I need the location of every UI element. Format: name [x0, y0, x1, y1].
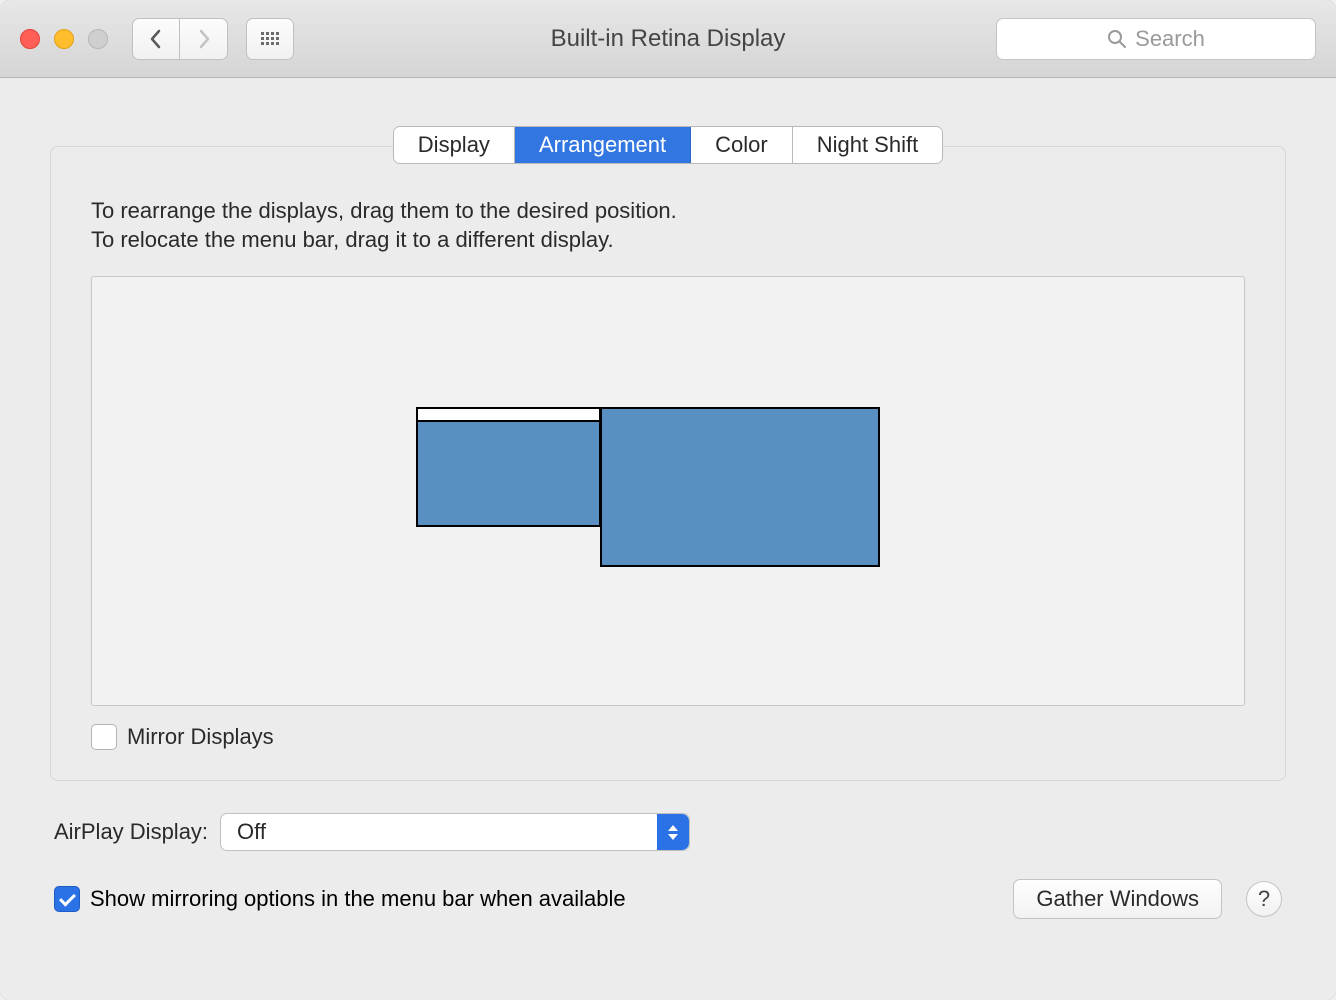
- menu-bar-handle[interactable]: [418, 409, 599, 422]
- grid-icon: [261, 32, 279, 45]
- instruction-line-1: To rearrange the displays, drag them to …: [91, 197, 1245, 226]
- mirror-displays-row: Mirror Displays: [91, 724, 1245, 750]
- content-area: Display Arrangement Color Night Shift To…: [0, 78, 1336, 1000]
- search-placeholder: Search: [1135, 26, 1205, 52]
- gather-windows-button[interactable]: Gather Windows: [1013, 879, 1222, 919]
- forward-button: [180, 18, 228, 60]
- display-primary[interactable]: [416, 407, 601, 527]
- chevron-left-icon: [149, 29, 163, 49]
- tab-display[interactable]: Display: [394, 127, 515, 163]
- minimize-button[interactable]: [54, 29, 74, 49]
- select-stepper-icon: [657, 814, 689, 850]
- airplay-label: AirPlay Display:: [54, 819, 208, 845]
- airplay-row: AirPlay Display: Off: [54, 813, 1282, 851]
- tabbar: Display Arrangement Color Night Shift: [50, 126, 1286, 164]
- instruction-line-2: To relocate the menu bar, drag it to a d…: [91, 226, 1245, 255]
- tab-group: Display Arrangement Color Night Shift: [393, 126, 943, 164]
- display-secondary[interactable]: [600, 407, 880, 567]
- search-input[interactable]: Search: [996, 18, 1316, 60]
- mirror-displays-checkbox[interactable]: [91, 724, 117, 750]
- airplay-select[interactable]: Off: [220, 813, 690, 851]
- search-icon: [1107, 29, 1127, 49]
- help-button[interactable]: ?: [1246, 881, 1282, 917]
- nav-buttons: [132, 18, 228, 60]
- tab-arrangement[interactable]: Arrangement: [515, 127, 691, 163]
- footer-row: Show mirroring options in the menu bar w…: [54, 879, 1282, 919]
- tab-night-shift[interactable]: Night Shift: [793, 127, 943, 163]
- mirror-displays-label: Mirror Displays: [127, 724, 274, 750]
- instructions: To rearrange the displays, drag them to …: [91, 197, 1245, 254]
- chevron-right-icon: [197, 29, 211, 49]
- traffic-lights: [20, 29, 108, 49]
- show-all-button[interactable]: [246, 18, 294, 60]
- preferences-window: Built-in Retina Display Search Display A…: [0, 0, 1336, 1000]
- back-button[interactable]: [132, 18, 180, 60]
- close-button[interactable]: [20, 29, 40, 49]
- titlebar: Built-in Retina Display Search: [0, 0, 1336, 78]
- show-mirroring-label: Show mirroring options in the menu bar w…: [90, 886, 626, 912]
- bottom-area: AirPlay Display: Off Show mirroring opti…: [50, 813, 1286, 919]
- maximize-button: [88, 29, 108, 49]
- arrangement-panel: To rearrange the displays, drag them to …: [50, 146, 1286, 781]
- tab-color[interactable]: Color: [691, 127, 793, 163]
- show-mirroring-checkbox[interactable]: [54, 886, 80, 912]
- airplay-value: Off: [237, 819, 266, 845]
- display-arrangement-area[interactable]: [91, 276, 1245, 706]
